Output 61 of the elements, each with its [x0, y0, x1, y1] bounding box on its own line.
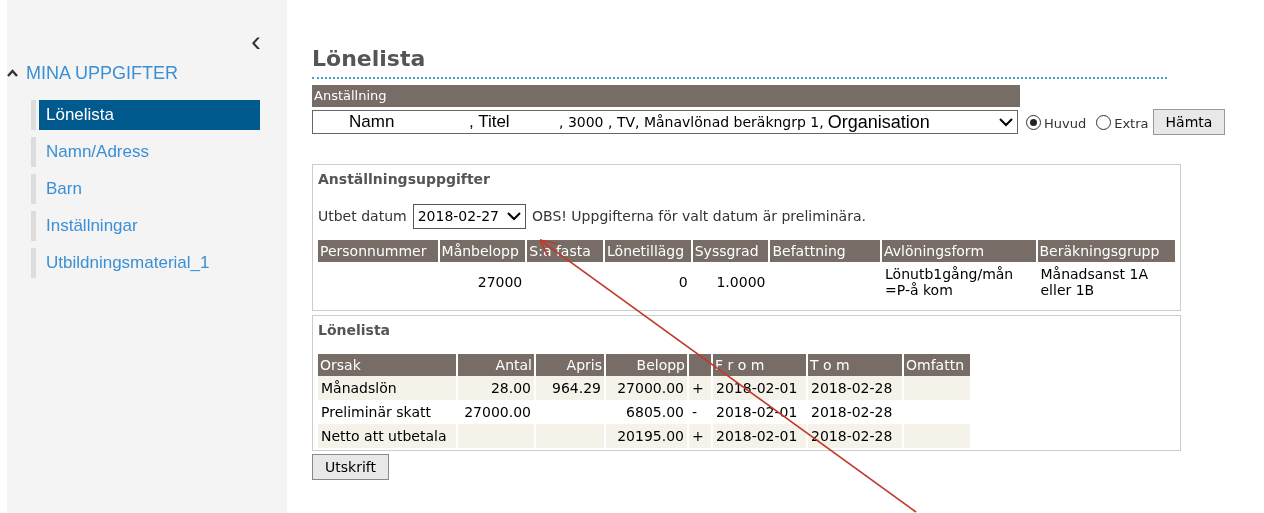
column-header: Antal — [458, 354, 534, 376]
column-header: Apris — [536, 354, 604, 376]
table-cell-text: Lönutb1gång/mån =P-å kom — [884, 265, 1015, 300]
item-indicator — [31, 248, 36, 278]
chevron-down-icon[interactable] — [999, 117, 1013, 127]
table-cell-text: 6805.00 — [625, 403, 685, 422]
column-header: Syssgrad — [692, 240, 769, 262]
table-cell-text: Månadsanst 1A eller 1B — [1039, 265, 1149, 300]
chevron-up-icon[interactable] — [7, 69, 18, 77]
column-header: Avlöningsform — [882, 240, 1036, 262]
table-cell: 27000.00 — [606, 376, 687, 400]
column-header: Personnummer — [318, 240, 438, 262]
table-cell: + — [689, 376, 711, 400]
table-cell: 2018-02-28 — [808, 376, 902, 400]
column-header: T o m — [808, 354, 902, 376]
item-indicator — [31, 211, 36, 241]
column-header: S:a fasta — [527, 240, 603, 262]
table-cell-text: 1.0000 — [715, 273, 767, 292]
sidebar-item[interactable]: Lönelista — [39, 100, 260, 130]
radio-label: Huvud — [1044, 114, 1087, 133]
employment-select[interactable]: Namn , Titel , 3000 , TV, Månavlönad beräkngrp 1, Organisation — [312, 110, 1018, 134]
date-select[interactable]: 2018-02-27 — [412, 204, 527, 229]
table-cell: 2018-02-28 — [808, 424, 902, 448]
collapse-button[interactable]: ‹ — [251, 26, 261, 58]
table-cell-text: 2018-02-28 — [810, 403, 894, 422]
table-cell-text: - — [691, 403, 699, 422]
section-label: Anställning — [313, 87, 387, 106]
date-label: Utbet datum — [318, 207, 407, 226]
radio-button[interactable] — [1096, 114, 1112, 130]
table-cell: 20195.00 — [606, 424, 687, 448]
column-header: Belopp — [606, 354, 687, 376]
table-cell-text: 0 — [677, 273, 689, 292]
column-header: Orsak — [318, 354, 456, 376]
table-cell: Månadslön — [318, 376, 456, 400]
item-indicator — [31, 174, 36, 204]
table-cell: 964.29 — [536, 376, 604, 400]
column-header: Befattning — [770, 240, 881, 262]
column-header: Månbelopp — [439, 240, 526, 262]
table-cell-text: 27000.00 — [463, 403, 532, 422]
column-header: Beräkningsgrupp — [1037, 240, 1175, 262]
radio-button[interactable] — [1026, 114, 1041, 130]
fetch-button[interactable]: Hämta — [1152, 109, 1226, 135]
panel-title: Anställningsuppgifter — [318, 170, 491, 189]
header-cell — [689, 354, 711, 376]
table-cell: Netto att utbetala — [318, 424, 456, 448]
table-cell-text: Preliminär skatt — [320, 403, 432, 422]
table-cell — [904, 376, 970, 400]
column-header: Omfattn — [904, 354, 970, 376]
print-button[interactable]: Utskrift — [312, 454, 389, 480]
panel-title: Lönelista — [318, 321, 392, 340]
column-header: Lönetillägg — [605, 240, 691, 262]
table-cell: 28.00 — [458, 376, 534, 400]
table-cell: 2018-02-01 — [713, 424, 806, 448]
chevron-down-icon[interactable] — [507, 212, 522, 221]
page-title: Lönelista — [312, 46, 426, 71]
item-indicator — [31, 100, 36, 130]
notice-text: OBS! Uppgifterna för valt datum är preliminära. — [532, 207, 866, 226]
table-cell: + — [689, 424, 711, 448]
radio-label: Extra — [1114, 114, 1149, 133]
item-indicator — [31, 137, 36, 167]
table-cell-text: 27000 — [476, 273, 524, 292]
